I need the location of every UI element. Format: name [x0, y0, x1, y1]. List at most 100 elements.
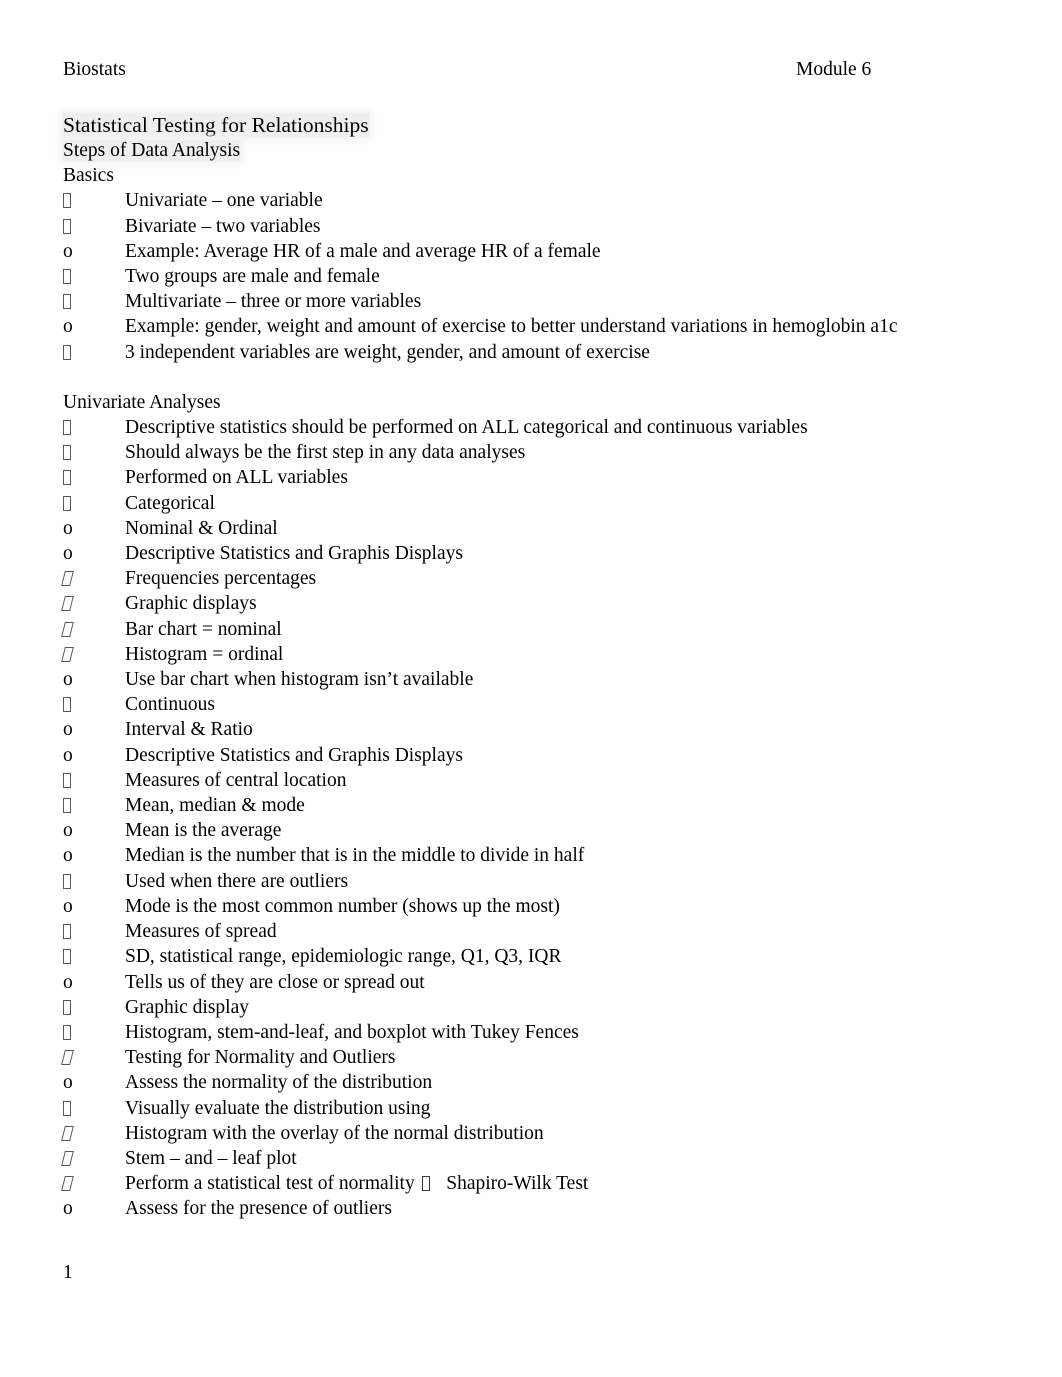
- list-item: o Use bar chart when histogram isn’t avai…: [63, 667, 1022, 692]
- bullet-letter-o: o: [63, 1072, 73, 1094]
- bullet-missing-glyph-icon: [63, 924, 71, 940]
- list-item: Measures of spread: [63, 919, 1022, 944]
- list-bullet: [63, 465, 125, 490]
- section-heading: Basics: [63, 165, 114, 187]
- list-item-label: Frequencies percentages: [125, 568, 317, 590]
- bullet-letter-o: o: [63, 895, 73, 917]
- bullet-letter-o: o: [63, 845, 73, 867]
- list-item: Histogram = ordinal: [61, 642, 1022, 667]
- list-bullet: o: [63, 516, 125, 541]
- list-item: o Median is the number that is in the mid…: [63, 843, 1022, 868]
- list-item: o Example: Average HR of a male and avera…: [63, 239, 1022, 264]
- bullet-missing-glyph-icon: [63, 269, 71, 285]
- list-bullet: o: [63, 541, 125, 566]
- list-item: o Mean is the average: [63, 818, 1022, 843]
- list-item: Descriptive statistics should be perform…: [63, 415, 1022, 440]
- list-item-label: Should always be the first step in any d…: [125, 442, 526, 464]
- list-bullet: o: [63, 970, 125, 995]
- bullet-missing-glyph-italic-icon: [61, 646, 74, 662]
- list-item: Testing for Normality and Outliers: [61, 1045, 1022, 1070]
- list-item: Histogram with the overlay of the normal…: [61, 1121, 1022, 1146]
- document-header: Biostats Module 6: [63, 60, 999, 80]
- list-item: Frequencies percentages: [61, 566, 1022, 591]
- list-item-label: Performed on ALL variables: [125, 467, 348, 489]
- list-item-label: Descriptive statistics should be perform…: [125, 417, 808, 439]
- list-bullet: [63, 768, 125, 793]
- list-bullet: [61, 1146, 125, 1171]
- list-bullet: [63, 491, 125, 516]
- list-item-label: Tells us of they are close or spread out: [125, 971, 425, 993]
- inline-missing-glyph-icon: [421, 1176, 430, 1192]
- bullet-missing-glyph-italic-icon: [61, 1150, 74, 1166]
- list-item: Univariate – one variable: [63, 188, 1022, 213]
- bullet-missing-glyph-icon: [63, 495, 71, 511]
- document-page: Biostats Module 6 Statistical Testing fo…: [0, 0, 1062, 1377]
- list-item-label: Testing for Normality and Outliers: [125, 1047, 396, 1069]
- list-bullet: o: [63, 1196, 125, 1221]
- bullet-missing-glyph-icon: [63, 470, 71, 486]
- bullet-letter-o: o: [63, 517, 73, 539]
- list-bullet: o: [63, 894, 125, 919]
- list-item-label: Descriptive Statistics and Graphis Displ…: [125, 543, 463, 565]
- list-item-label: Mean, median & mode: [125, 795, 305, 817]
- document-body: Statistical Testing for Relationships Ste…: [61, 112, 1022, 1222]
- list-item: Stem – and – leaf plot: [61, 1146, 1022, 1171]
- list-item: Graphic display: [63, 995, 1022, 1020]
- list-item-label: Visually evaluate the distribution using: [125, 1097, 431, 1119]
- list-item: o Descriptive Statistics and Graphis Disp…: [63, 743, 1022, 768]
- list-item: Two groups are male and female: [63, 264, 1022, 289]
- list-item: o Nominal & Ordinal: [63, 516, 1022, 541]
- list-item: o Assess for the presence of outliers: [63, 1196, 1022, 1221]
- list-bullet: [61, 642, 125, 667]
- list-item-label: Univariate – one variable: [125, 190, 323, 212]
- list-item: Continuous: [63, 692, 1022, 717]
- list-item: Histogram, stem-and-leaf, and boxplot wi…: [63, 1020, 1022, 1045]
- list-item-label: Measures of central location: [125, 769, 347, 791]
- list-item-label: Interval & Ratio: [125, 719, 253, 741]
- list-item-label: 3 independent variables are weight, gend…: [125, 341, 650, 363]
- list-bullet: [63, 919, 125, 944]
- list-item: o Mode is the most common number (shows u…: [63, 894, 1022, 919]
- bullet-letter-o: o: [63, 820, 73, 842]
- list-bullet: [63, 793, 125, 818]
- list-item-label: Use bar chart when histogram isn’t avail…: [125, 669, 474, 691]
- bullet-missing-glyph-italic-icon: [61, 1050, 74, 1066]
- bullet-letter-o: o: [63, 240, 73, 262]
- list-item-label: Used when there are outliers: [125, 870, 349, 892]
- list-bullet: [61, 1171, 125, 1196]
- highlighted-text: Steps of Data Analysis: [63, 140, 241, 161]
- list-item-label: Example: Average HR of a male and averag…: [125, 240, 601, 262]
- bullet-missing-glyph-italic-icon: [61, 596, 74, 612]
- bullet-missing-glyph-icon: [63, 445, 71, 461]
- bullet-missing-glyph-icon: [63, 294, 71, 310]
- list-bullet: [63, 692, 125, 717]
- list-item: Visually evaluate the distribution using: [63, 1096, 1022, 1121]
- list-item-label: Median is the number that is in the midd…: [125, 845, 585, 867]
- list-item-label: Bar chart = nominal: [125, 618, 282, 640]
- list-item-label: Assess for the presence of outliers: [125, 1198, 392, 1220]
- list-item-label: Categorical: [125, 492, 215, 514]
- section-heading: Univariate Analyses: [63, 391, 221, 413]
- list-item: o Example: gender, weight and amount of e…: [63, 314, 1022, 339]
- bullet-missing-glyph-icon: [63, 420, 71, 436]
- list-bullet: o: [63, 667, 125, 692]
- list-item-label: Assess the normality of the distribution: [125, 1072, 433, 1094]
- bullet-letter-o: o: [63, 1198, 73, 1220]
- page-number: 1: [63, 1262, 73, 1283]
- list-bullet: [63, 995, 125, 1020]
- list-bullet: [63, 289, 125, 314]
- bullet-missing-glyph-icon: [63, 1100, 71, 1116]
- bullet-missing-glyph-icon: [63, 873, 71, 889]
- list-bullet: [61, 1045, 125, 1070]
- list-item-label: Multivariate – three or more variables: [125, 291, 422, 313]
- list-bullet: o: [63, 239, 125, 264]
- bullet-missing-glyph-icon: [63, 344, 71, 360]
- list-item-label-trailing: Shapiro-Wilk Test: [431, 1173, 589, 1195]
- list-bullet: [63, 340, 125, 365]
- list-item-label: Two groups are male and female: [125, 266, 380, 288]
- list-item: Categorical: [63, 491, 1022, 516]
- header-right-text: Module 6: [796, 59, 872, 80]
- document-title: Statistical Testing for Relationships: [63, 112, 1022, 138]
- list-item-label: Bivariate – two variables: [125, 215, 321, 237]
